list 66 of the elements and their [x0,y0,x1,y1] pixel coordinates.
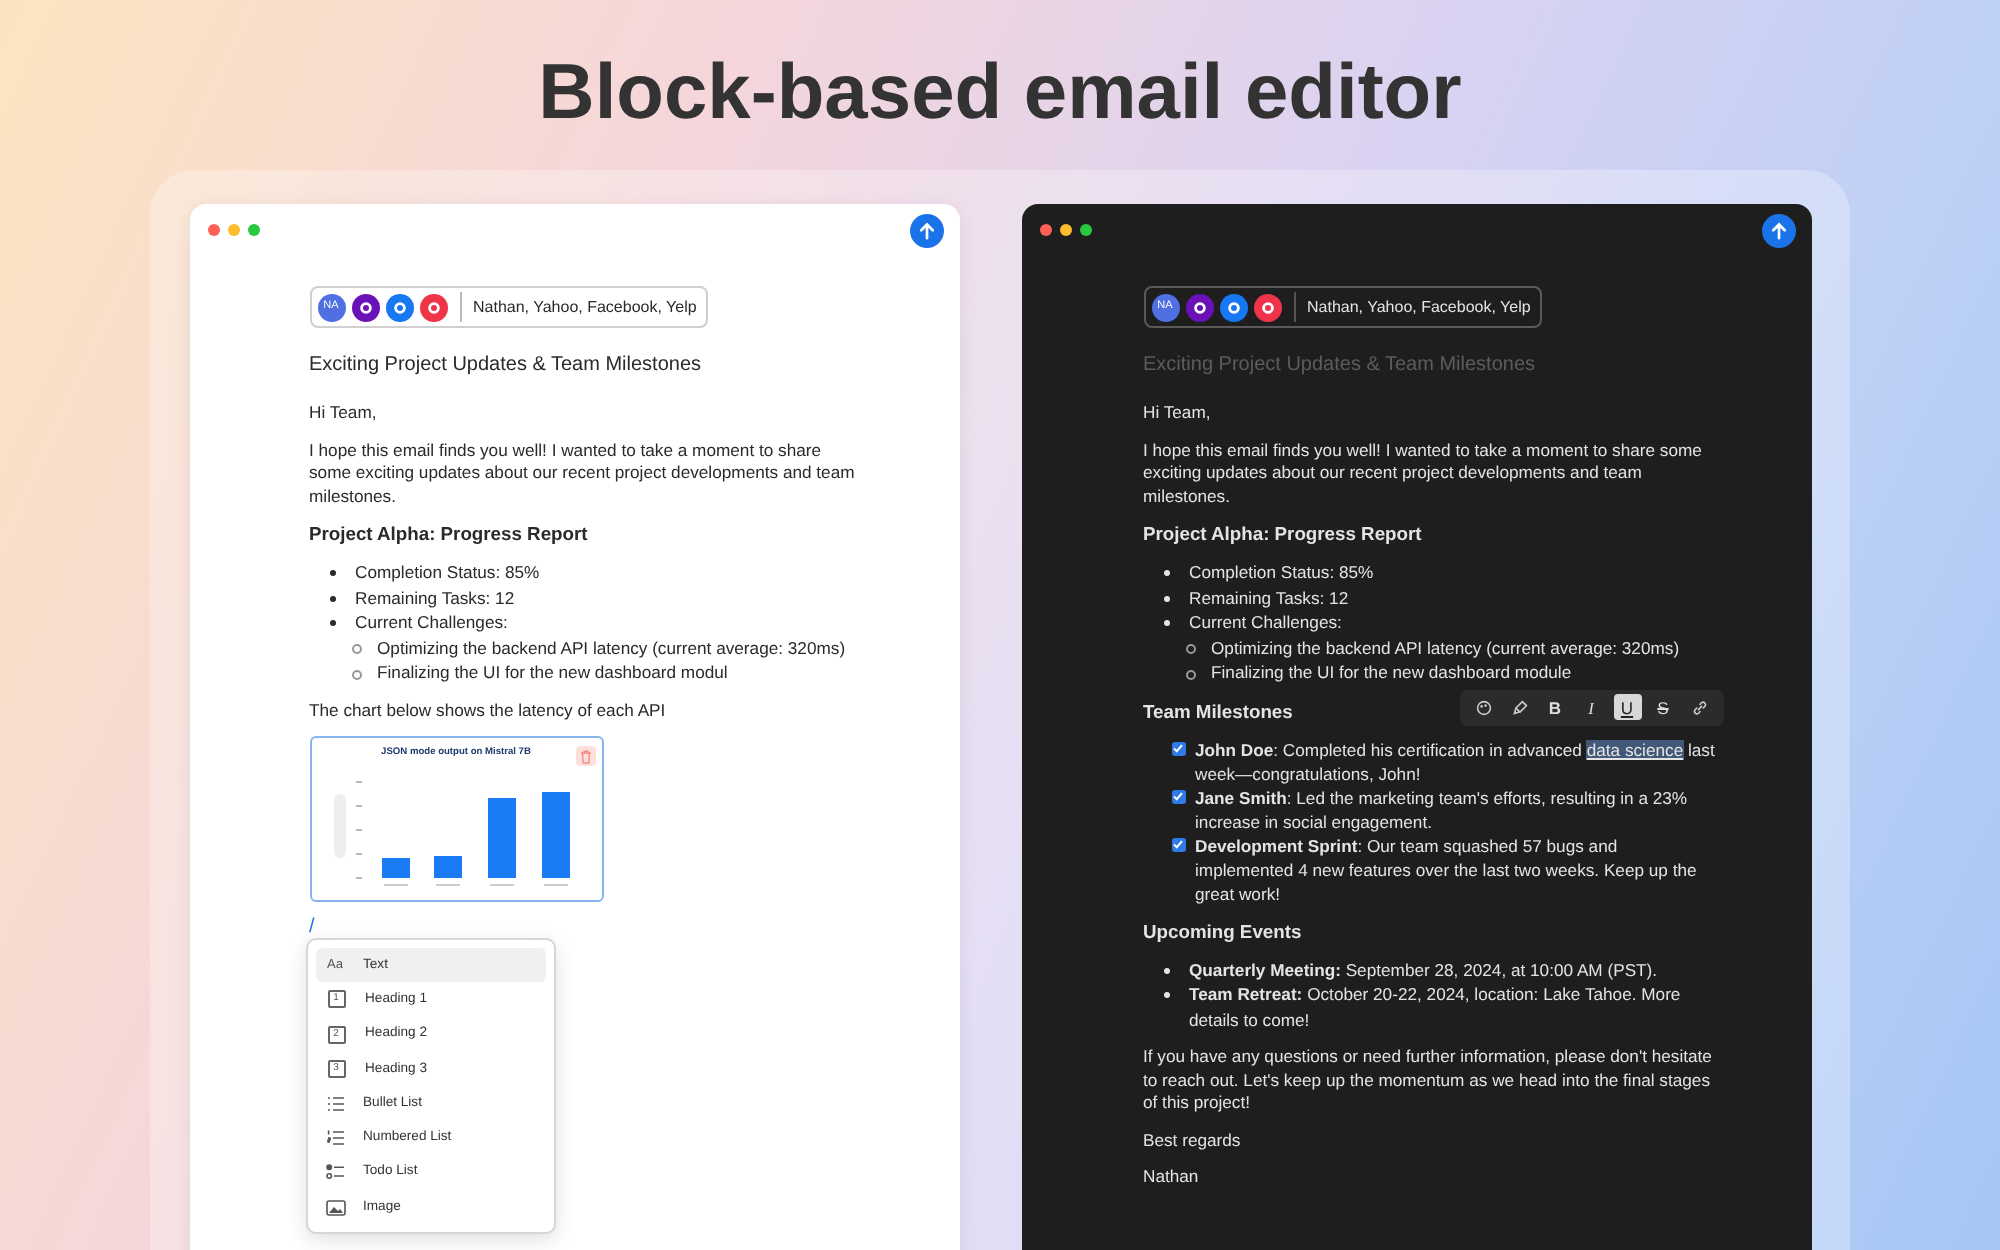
marker-icon [1511,699,1527,715]
italic-button[interactable]: I [1577,694,1605,720]
list-item-text: Current Challenges: [1189,610,1342,635]
recipient-names: Nathan, Yahoo, Facebook, Yelp [473,295,697,319]
paragraph: I hope this email finds you well! I wanted to take a moment to share some exciting updates about our recent project developments and team milestones. [309,439,857,508]
paragraph: If you have any questions or need further information, please don't hesitate to reach out. Let's keep up the momentum as we head into the final stages of this project! [1143,1046,1714,1115]
close-button[interactable] [207,224,219,236]
list-item-text: Current Challenges: [355,610,508,635]
zoom-button[interactable] [1079,224,1091,236]
bold-button[interactable]: B [1541,694,1569,720]
paragraph: Best regards [1143,1129,1243,1152]
arrow-up-icon [917,221,935,239]
trash-icon [579,749,591,763]
list-item-text: Finalizing the UI for the new dashboard module [1211,660,1572,685]
checkbox[interactable] [1171,837,1185,851]
paragraph: I hope this email finds you well! I wanted to take a moment to share some exciting updates about our recent project developments and team milestones. [1143,439,1704,508]
section-heading: Project Alpha: Progress Report [309,522,588,544]
bullet-icon [1163,620,1169,626]
bullet-icon [329,595,335,601]
bullet-icon [1163,992,1169,998]
bullet-list-icon [325,1095,345,1112]
list-item-text: Optimizing the backend API latency (current average: 320ms) [1211,635,1680,660]
minimize-button[interactable] [1059,224,1071,236]
list-item-text: Completion Status: 85% [355,560,540,585]
arrow-up-icon [1769,221,1787,239]
paragraph: The chart below shows the latency of each API [309,699,668,722]
checklist-icon [325,1164,345,1181]
image-icon [325,1199,345,1216]
bullet-icon [1163,967,1169,973]
list-item-text: Finalizing the UI for the new dashboard modul [377,660,728,685]
list-item-text: Remaining Tasks: 12 [1189,585,1349,610]
page-title: Block-based email editor [536,48,1464,120]
link-icon [1691,699,1707,715]
paragraph: Nathan [1143,1166,1201,1189]
strike-button[interactable]: S [1649,694,1677,720]
bullet-icon [329,570,335,576]
recipient-names: Nathan, Yahoo, Facebook, Yelp [1307,295,1531,319]
paragraph: Hi Team, [1143,402,1213,425]
paragraph: Hi Team, [309,402,379,425]
todo-text: Development Sprint: Our team squashed 57 bugs and implemented 4 new features over the last two weeks. Keep up the great work! [1195,833,1699,905]
bullet-icon [351,669,361,680]
list-item-text: Completion Status: 85% [1189,560,1374,585]
underline-button[interactable]: U [1613,694,1641,720]
bullet-icon [1185,669,1195,680]
todo-text: John Doe: Completed his certification in advanced data science last week—congratulations, John! [1195,737,1717,785]
send-button[interactable] [1761,213,1795,247]
bullet-icon [351,644,361,655]
section-heading: Team Milestones [1143,699,1293,721]
subject-line[interactable]: Exciting Project Updates & Team Milestones [309,352,702,380]
close-button[interactable] [1039,224,1051,236]
palette-icon [1475,699,1491,715]
checkbox[interactable] [1171,789,1185,803]
numbered-list-icon [325,1130,345,1147]
section-heading: Project Alpha: Progress Report [1143,522,1422,544]
slash-command-text: / [309,916,315,938]
todo-text: Jane Smith: Led the marketing team's efforts, resulting in a 23% increase in social engagement. [1195,785,1690,833]
list-item-text: Team Retreat: October 20-22, 2024, location: Lake Tahoe. More details to come! [1189,982,1683,1032]
bullet-icon [1163,570,1169,576]
list-item-text: Quarterly Meeting: September 28, 2024, at 10:00 AM (PST). [1189,957,1658,982]
section-heading: Upcoming Events [1143,919,1302,941]
bullet-icon [1185,644,1195,655]
list-item-text: Optimizing the backend API latency (current average: 320ms) [377,635,846,660]
list-item-text: Remaining Tasks: 12 [355,585,515,610]
checkbox[interactable] [1171,741,1185,755]
bullet-icon [1163,595,1169,601]
bullet-icon [329,620,335,626]
